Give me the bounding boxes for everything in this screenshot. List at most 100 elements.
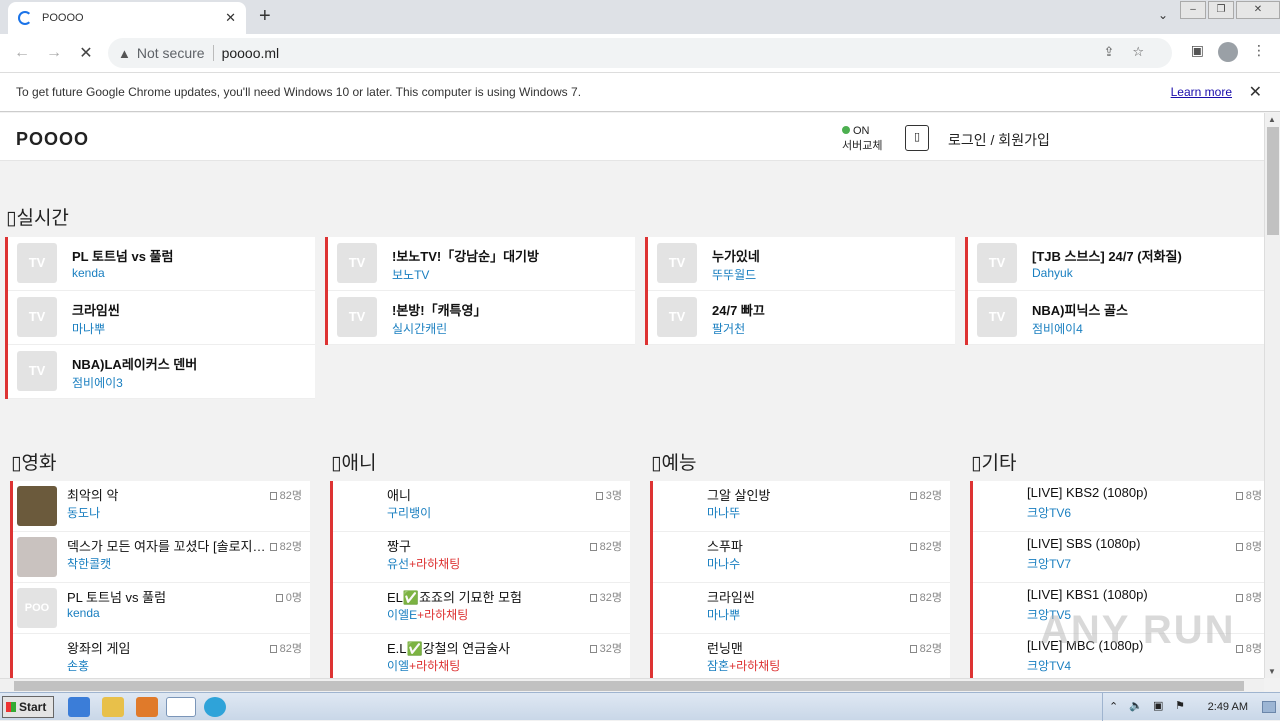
horizontal-scroll-thumb[interactable] [14,681,1244,691]
close-window-icon[interactable]: ✕ [1236,1,1280,19]
category-item[interactable]: 그알 살인방 마나뚜 82명 [653,481,950,532]
browser-tab[interactable]: POOOO ✕ [8,2,246,34]
close-tab-icon[interactable]: ✕ [225,10,236,26]
tray-expand-icon[interactable]: ⌃ [1109,700,1118,713]
menu-icon[interactable]: ⋮ [1252,42,1266,62]
close-infobar-icon[interactable]: ✕ [1249,82,1262,102]
item-streamer[interactable]: 동도나 [67,504,100,521]
edge-icon[interactable] [204,697,226,717]
action-center-flag-icon[interactable]: ⚑ [1175,699,1185,712]
new-tab-icon[interactable]: + [259,5,271,28]
tab-title: POOOO [42,12,84,24]
address-bar[interactable]: ▲ Not secure poooo.ml ⇪☆ [108,38,1172,68]
item-streamer[interactable]: 마나뿌 [707,606,740,623]
network-icon[interactable]: ▣ [1153,699,1163,712]
media-player-icon[interactable] [136,697,158,717]
security-label[interactable]: Not secure [137,45,214,61]
server-toggle[interactable]: ON 서버교체 [842,124,882,154]
item-streamer[interactable]: 유선+라하채팅 [387,555,460,572]
warning-icon[interactable]: ▲ [118,46,131,61]
live-stream-item[interactable]: TV 24/7 빠끄 팔거천 [648,291,955,345]
streamer-name[interactable]: kenda [72,266,105,280]
item-streamer[interactable]: 크앙TV4 [1027,657,1071,674]
live-section-title: ▯실시간 [6,208,69,229]
category-item[interactable]: 왕좌의 게임 손홍 82명 [13,634,310,678]
side-panel-icon[interactable]: ▣ [1191,42,1204,62]
volume-icon[interactable]: 🔈 [1129,699,1143,712]
scroll-up-icon[interactable]: ▲ [1268,115,1276,124]
category-item[interactable]: 크라임씬 마나뿌 82명 [653,583,950,634]
chrome-taskbar-icon[interactable] [166,697,196,717]
horizontal-scrollbar[interactable] [0,678,1264,692]
stop-loading-icon[interactable]: ✕ [70,43,102,63]
file-explorer-icon[interactable] [102,697,124,717]
category-item[interactable]: 스푸파 마나수 82명 [653,532,950,583]
item-title: 최악의 악 [67,488,119,503]
item-streamer[interactable]: 구리뱅이 [387,504,431,521]
learn-more-link[interactable]: Learn more [1171,85,1232,99]
url-text[interactable]: poooo.ml [222,45,280,61]
live-stream-item[interactable]: TV 누가있네 뚜뚜월드 [648,237,955,291]
live-stream-item[interactable]: TV NBA)피닉스 골스 점비에이4 [968,291,1264,345]
category-item[interactable]: [LIVE] KBS2 (1080p) 크앙TV6 8명 [973,481,1264,532]
item-streamer[interactable]: 잠혼+라하채팅 [707,657,780,674]
windows-logo-icon [6,702,16,712]
scroll-down-icon[interactable]: ▼ [1268,667,1276,676]
category-item[interactable]: E.L✅강철의 연금술사 이엘+라하채팅 32명 [333,634,630,678]
category-item[interactable]: 런닝맨 잠혼+라하채팅 82명 [653,634,950,678]
category-title: ▯애니 [331,453,377,474]
category-item[interactable]: 애니 구리뱅이 3명 [333,481,630,532]
back-icon[interactable]: ← [6,44,38,62]
category-item[interactable]: POO PL 토트넘 vs 풀럼 kenda 0명 [13,583,310,634]
bookmark-star-icon[interactable]: ☆ [1132,44,1162,59]
category-item[interactable]: EL✅죠죠의 기묘한 모험 이엘E+라하채팅 32명 [333,583,630,634]
streamer-name[interactable]: Dahyuk [1032,266,1073,280]
item-streamer[interactable]: 이엘E+라하채팅 [387,606,468,623]
profile-avatar-icon[interactable] [1218,42,1238,62]
viewer-count: 82명 [269,640,302,656]
tv-thumbnail: TV [337,243,377,283]
item-streamer[interactable]: 이엘+라하채팅 [387,657,460,674]
item-streamer[interactable]: kenda [67,606,100,620]
item-streamer[interactable]: 착한콜캣 [67,555,111,572]
item-streamer[interactable]: 손홍 [67,657,89,674]
login-signup-link[interactable]: 로그인 / 회원가입 [948,130,1050,150]
category-list: 그알 살인방 마나뚜 82명 스푸파 마나수 82명 크라임씬 마나뿌 82명 런닝맨 잠혼+라하채… [650,481,950,678]
system-tray: ⌃ 🔈 ▣ ⚑ 2:49 AM [1102,693,1280,721]
live-stream-item[interactable]: TV !본방!「캐특영」 실시간캐린 [328,291,635,345]
share-icon[interactable]: ⇪ [1103,44,1132,59]
vertical-scrollbar[interactable]: ▲ ▼ [1264,113,1280,678]
live-stream-item[interactable]: TV PL 토트넘 vs 풀럼 kenda [8,237,315,291]
streamer-name[interactable]: 점비에이4 [1032,320,1083,337]
tv-thumbnail: TV [17,243,57,283]
category-item[interactable]: [LIVE] SBS (1080p) 크앙TV7 8명 [973,532,1264,583]
item-streamer[interactable]: 마나수 [707,555,740,572]
vertical-scroll-thumb[interactable] [1267,127,1279,235]
minimize-icon[interactable]: – [1180,1,1206,19]
streamer-name[interactable]: 팔거천 [712,320,745,337]
category-item[interactable]: 최악의 악 동도나 82명 [13,481,310,532]
streamer-name[interactable]: 마나뿌 [72,320,105,337]
internet-explorer-icon[interactable] [68,697,90,717]
clock[interactable]: 2:49 AM [1208,701,1248,713]
live-stream-item[interactable]: TV !보노TV!「강남순」대기방 보노TV [328,237,635,291]
mobile-icon[interactable]: ▯ [905,125,929,151]
category-item[interactable]: 덱스가 모든 여자를 꼬셨다 [솔로지옥] 착한콜캣 82명 [13,532,310,583]
streamer-name[interactable]: 점비에이3 [72,374,123,391]
show-desktop-icon[interactable] [1262,701,1276,713]
site-logo[interactable]: POOOO [16,129,89,150]
live-stream-item[interactable]: TV NBA)LA레이커스 덴버 점비에이3 [8,345,315,399]
category-item[interactable]: 짱구 유선+라하채팅 82명 [333,532,630,583]
item-streamer[interactable]: 마나뚜 [707,504,740,521]
forward-icon[interactable]: → [38,44,70,62]
tab-search-chevron-icon[interactable]: ⌄ [1158,8,1168,22]
streamer-name[interactable]: 보노TV [392,266,429,283]
live-stream-item[interactable]: TV [TJB 스브스] 24/7 (저화질) Dahyuk [968,237,1264,291]
item-streamer[interactable]: 크앙TV7 [1027,555,1071,572]
start-button[interactable]: Start [2,696,54,718]
streamer-name[interactable]: 실시간캐린 [392,320,447,337]
live-stream-item[interactable]: TV 크라임씬 마나뿌 [8,291,315,345]
streamer-name[interactable]: 뚜뚜월드 [712,266,756,283]
restore-icon[interactable]: ❐ [1208,1,1234,19]
item-streamer[interactable]: 크앙TV6 [1027,504,1071,521]
